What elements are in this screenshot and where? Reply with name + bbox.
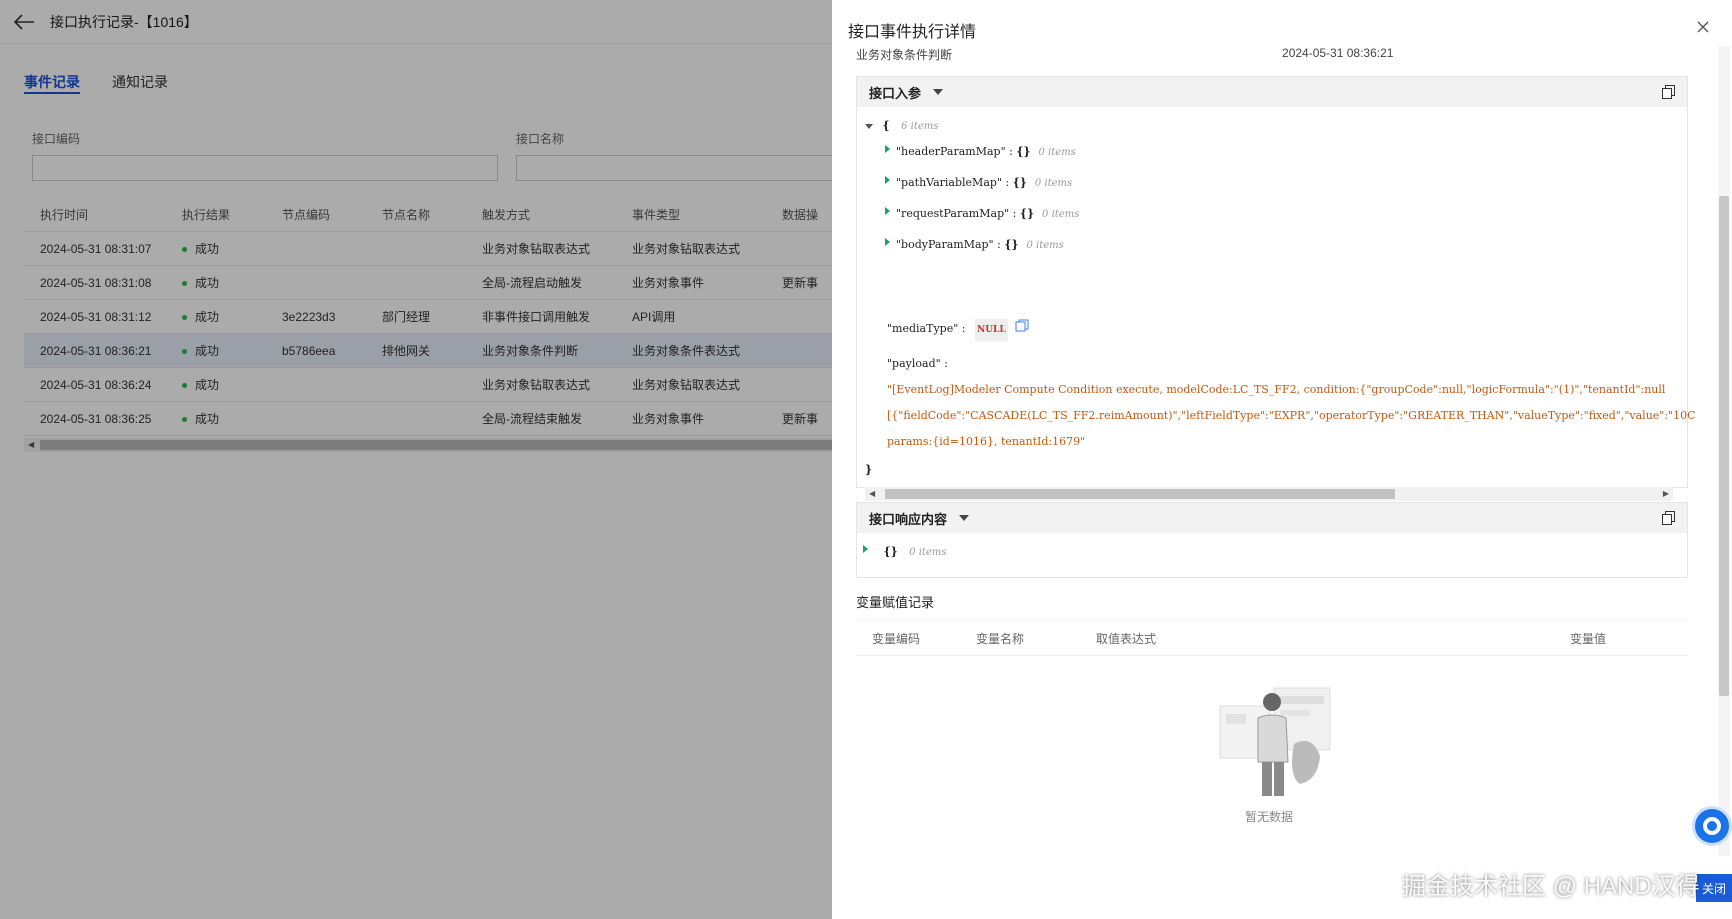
json-key: "requestParamMap" :	[896, 207, 1017, 220]
event-detail-drawer: 接口事件执行详情 业务对象条件判断 2024-05-31 08:36:21 接口…	[832, 0, 1732, 919]
json-scroll-thumb[interactable]	[885, 489, 1395, 499]
json-value: {}	[1016, 145, 1031, 158]
watermark: 掘金技术社区 @ HAND汉得	[1402, 873, 1700, 900]
event-meta: 业务对象条件判断 2024-05-31 08:36:21	[856, 46, 1716, 63]
request-params-title: 接口入参	[869, 85, 922, 101]
chat-bubble-icon	[1703, 817, 1721, 835]
copy-icon[interactable]	[1662, 85, 1675, 99]
json-value: {}	[1012, 176, 1027, 189]
payload-line-1: "[EventLog]Modeler Compute Condition exe…	[887, 383, 1666, 396]
response-header[interactable]: 接口响应内容	[857, 503, 1687, 533]
drawer-title: 接口事件执行详情	[848, 24, 977, 41]
request-params-header[interactable]: 接口入参	[857, 77, 1687, 107]
execution-record-page: 接口执行记录-【1016】 事件记录 通知记录 接口编码 接口名称 执行时间 执…	[0, 0, 856, 919]
response-count: 0 items	[909, 547, 947, 558]
empty-state-text: 暂无数据	[1244, 810, 1293, 824]
json-key: "pathVariableMap" :	[896, 176, 1010, 189]
scroll-left-arrow-icon[interactable]: ◀	[869, 489, 875, 498]
media-type-key: "mediaType" :	[887, 322, 966, 335]
col-variable-value: 变量值	[1570, 631, 1607, 646]
variable-table-header: 变量编码 变量名称 取值表达式 变量值	[856, 620, 1688, 656]
json-root[interactable]: { 6 items	[865, 119, 938, 132]
json-media-type: "mediaType" : NULL	[887, 319, 1029, 341]
response-title: 接口响应内容	[869, 511, 948, 527]
null-badge: NULL	[974, 319, 1008, 341]
root-count: 6 items	[901, 121, 939, 132]
json-count: 0 items	[1038, 147, 1076, 158]
variable-records-title: 变量赋值记录	[856, 595, 935, 610]
col-value-expression: 取值表达式	[1096, 631, 1157, 646]
col-variable-name: 变量名称	[976, 631, 1025, 646]
response-value: {}	[883, 545, 898, 558]
payload-line-2: [{"fieldCode":"CASCADE(LC_TS_FF2.reimAmo…	[887, 409, 1696, 422]
json-root-close: }	[865, 463, 873, 476]
event-name: 业务对象条件判断	[856, 48, 953, 62]
expand-triangle-icon[interactable]	[885, 238, 890, 246]
copy-icon[interactable]	[1662, 511, 1675, 525]
json-horizontal-scrollbar[interactable]: ◀ ▶	[865, 487, 1673, 501]
json-count: 0 items	[1026, 240, 1064, 251]
response-json-root[interactable]: {} 0 items	[863, 545, 946, 558]
json-count: 0 items	[1034, 178, 1073, 189]
col-variable-code: 变量编码	[872, 631, 921, 646]
scroll-right-arrow-icon[interactable]: ▶	[1663, 489, 1669, 498]
close-drawer-button[interactable]: 关闭	[1696, 874, 1732, 902]
chevron-down-icon[interactable]	[959, 515, 970, 521]
chevron-down-icon[interactable]	[933, 89, 944, 95]
json-key: "bodyParamMap" :	[896, 238, 1001, 251]
json-value: {}	[1004, 238, 1019, 251]
expand-triangle-icon[interactable]	[885, 207, 890, 215]
request-params-section: 接口入参 { 6 items "headerParamMap" : {} 0 it…	[856, 76, 1696, 501]
drawer-scroll-thumb[interactable]	[1719, 196, 1729, 696]
chat-assistant-button[interactable]	[1692, 806, 1732, 846]
collapse-triangle-icon[interactable]	[865, 123, 873, 129]
json-entry[interactable]: "requestParamMap" : {} 0 items	[885, 207, 1079, 220]
close-icon[interactable]	[1696, 20, 1710, 34]
json-count: 0 items	[1042, 209, 1080, 220]
payload-key: "payload" :	[887, 357, 948, 370]
copy-value-icon[interactable]	[1015, 319, 1029, 333]
json-entry[interactable]: "bodyParamMap" : {} 0 items	[885, 238, 1064, 251]
json-entry[interactable]: "headerParamMap" : {} 0 items	[885, 145, 1076, 158]
modal-overlay[interactable]	[0, 0, 832, 919]
expand-triangle-icon[interactable]	[885, 176, 890, 184]
response-section: 接口响应内容 {} 0 items	[856, 502, 1688, 578]
response-json-viewer: {} 0 items	[857, 533, 1687, 577]
request-json-viewer: { 6 items "headerParamMap" : {} 0 items "p…	[857, 107, 1696, 501]
empty-state-illustration	[1219, 687, 1331, 796]
event-time: 2024-05-31 08:36:21	[1282, 46, 1394, 60]
expand-triangle-icon[interactable]	[863, 545, 868, 553]
expand-triangle-icon[interactable]	[885, 145, 890, 153]
drawer-vertical-scrollbar[interactable]	[1718, 46, 1730, 856]
payload-line-3: params:{id=1016}, tenantId:1679"	[887, 435, 1086, 448]
json-key: "headerParamMap" :	[896, 145, 1013, 158]
json-value: {}	[1019, 207, 1035, 220]
json-entry[interactable]: "pathVariableMap" : {} 0 items	[885, 176, 1072, 189]
